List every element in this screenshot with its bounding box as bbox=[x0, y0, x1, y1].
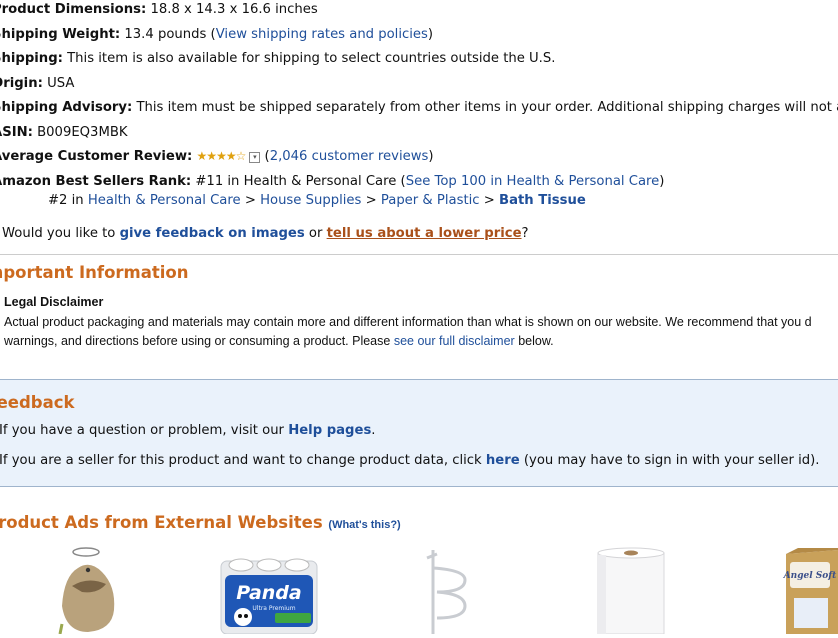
important-info-title: Important Information bbox=[0, 263, 189, 282]
paper-towel-roll-image bbox=[597, 547, 665, 635]
ad-product-angel-soft-box[interactable]: Angel Soft bbox=[782, 548, 838, 634]
detail-review: Average Customer Review: ★★★★☆ ▾ (2,046 c… bbox=[0, 149, 434, 164]
feedback-help-line: If you have a question or problem, visit… bbox=[0, 423, 376, 438]
chevron-down-icon[interactable]: ▾ bbox=[249, 152, 261, 163]
feedback-question: Would you like to give feedback on image… bbox=[2, 226, 529, 241]
feedback-title: Feedback bbox=[0, 393, 75, 412]
detail-asin: ASIN: B009EQ3MBK bbox=[0, 125, 128, 140]
legal-disclaimer-text: Actual product packaging and materials m… bbox=[4, 315, 812, 348]
detail-shipping: Shipping: This item is also available fo… bbox=[0, 51, 556, 66]
crumb-health-personal-care[interactable]: Health & Personal Care bbox=[88, 193, 241, 208]
angel-soft-brand-text: Angel Soft bbox=[783, 571, 837, 581]
detail-weight: Shipping Weight: 13.4 pounds (View shipp… bbox=[0, 27, 434, 42]
detail-dimensions: Product Dimensions: 18.8 x 14.3 x 16.6 i… bbox=[0, 2, 318, 17]
detail-shipping-advisory: Shipping Advisory: This item must be shi… bbox=[0, 100, 838, 115]
ad-product-paper-towel-roll[interactable] bbox=[595, 545, 667, 635]
ad-product-hedgehog-toy[interactable] bbox=[58, 546, 118, 635]
seller-here-link[interactable]: here bbox=[486, 453, 520, 468]
crumb-house-supplies[interactable]: House Supplies bbox=[260, 193, 361, 208]
help-pages-link[interactable]: Help pages bbox=[288, 423, 371, 438]
detail-origin: Origin: USA bbox=[0, 76, 75, 91]
panda-tag-text: Ultra Premium bbox=[252, 605, 295, 612]
top-100-link[interactable]: See Top 100 in Health & Personal Care bbox=[406, 174, 660, 189]
hedgehog-toy-image bbox=[58, 547, 115, 635]
ad-product-towel-rack[interactable] bbox=[425, 548, 475, 634]
customer-reviews-link[interactable]: 2,046 customer reviews bbox=[270, 149, 429, 164]
rank-breadcrumb: #2 in Health & Personal Care > House Sup… bbox=[48, 193, 586, 208]
give-feedback-images-link[interactable]: give feedback on images bbox=[120, 226, 305, 241]
whats-this-link[interactable]: (What's this?) bbox=[328, 519, 400, 531]
divider bbox=[0, 254, 838, 255]
shipping-rates-link[interactable]: View shipping rates and policies bbox=[216, 27, 428, 42]
angel-soft-box-image: Angel Soft bbox=[783, 548, 838, 634]
lower-price-link[interactable]: tell us about a lower price bbox=[327, 226, 522, 241]
full-disclaimer-link[interactable]: see our full disclaimer bbox=[394, 334, 515, 348]
ad-product-panda-toilet-paper[interactable]: Panda Ultra Premium bbox=[219, 555, 319, 635]
star-rating-icon[interactable]: ★★★★☆ bbox=[197, 149, 247, 163]
crumb-paper-plastic[interactable]: Paper & Plastic bbox=[381, 193, 480, 208]
product-ads-title: Product Ads from External Websites (What… bbox=[0, 513, 401, 532]
legal-disclaimer-heading: Legal Disclaimer bbox=[4, 295, 104, 309]
panda-brand-text: Panda bbox=[236, 582, 301, 604]
panda-toilet-paper-image: Panda Ultra Premium bbox=[220, 558, 318, 635]
towel-rack-image bbox=[426, 550, 467, 634]
crumb-bath-tissue[interactable]: Bath Tissue bbox=[499, 193, 586, 208]
feedback-seller-line: If you are a seller for this product and… bbox=[0, 453, 820, 468]
detail-bestsellers-rank: Amazon Best Sellers Rank: #11 in Health … bbox=[0, 174, 665, 189]
feedback-box: Feedback If you have a question or probl… bbox=[0, 379, 838, 487]
